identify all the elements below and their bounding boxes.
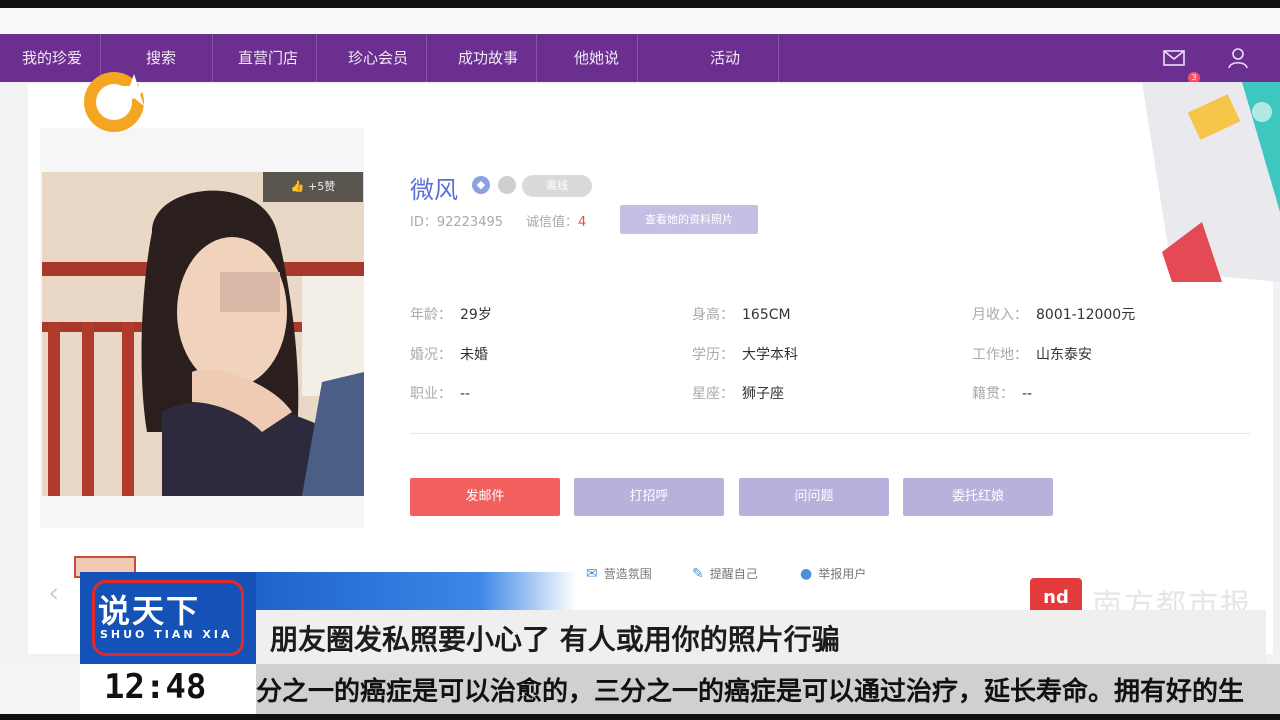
integrity-score: 诚信值：4 (526, 211, 586, 230)
info-value: 未婚 (460, 347, 488, 363)
channel-logo-icon (78, 68, 152, 136)
send-mail-button[interactable]: 发邮件 (410, 478, 560, 516)
site-navbar: 我的珍爱 搜索 直营门店 珍心会员 成功故事 他她说 活动 3 (0, 34, 1280, 84)
view-photos-button[interactable]: 查看她的资料照片 (620, 205, 758, 234)
info-value: 8001-12000元 (1036, 307, 1136, 323)
nav-item-members[interactable]: 珍心会员 (330, 34, 428, 82)
verify-icon (498, 176, 516, 194)
link-report[interactable]: ● 举报用户 (800, 565, 866, 582)
info-value: -- (1022, 386, 1033, 402)
info-label: 年龄： (410, 307, 452, 323)
info-zodiac: 星座： 狮子座 (692, 383, 784, 403)
info-label: 职业： (410, 386, 452, 402)
user-icon[interactable] (1226, 46, 1250, 70)
info-income: 月收入： 8001-12000元 (972, 304, 1135, 324)
info-label: 籍贯： (972, 386, 1014, 402)
profile-photo[interactable] (42, 172, 364, 496)
nav-item-stories[interactable]: 成功故事 (440, 34, 538, 82)
info-value: 165CM (742, 307, 791, 323)
info-value: -- (460, 386, 471, 402)
info-age: 年龄： 29岁 (410, 304, 492, 324)
integrity-value: 4 (578, 215, 587, 230)
mail-icon[interactable] (1162, 46, 1186, 70)
info-hometown: 籍贯： -- (972, 383, 1032, 403)
channel-name: 辽宁卫视 (152, 106, 245, 131)
link-label: 举报用户 (818, 567, 867, 581)
info-label: 月收入： (972, 307, 1028, 323)
thumb-up-icon: 👍 (290, 180, 305, 193)
ask-question-button[interactable]: 问问题 (739, 478, 889, 516)
like-count: +5赞 (307, 180, 336, 193)
info-height: 身高： 165CM (692, 304, 791, 324)
chevron-left-icon[interactable]: ‹ (48, 576, 59, 609)
status-badge: 离线 (522, 175, 592, 197)
say-hi-button[interactable]: 打招呼 (574, 478, 724, 516)
link-atmosphere[interactable]: ✉ 营造氛围 (586, 565, 652, 582)
chat-icon: ✉ (586, 566, 598, 582)
browser-strip (0, 8, 1280, 34)
info-education: 学历： 大学本科 (692, 344, 798, 364)
nav-item-stores[interactable]: 直营门店 (220, 34, 318, 82)
info-value: 29岁 (460, 307, 492, 323)
show-subtitle: SHUO TIAN XIA (100, 628, 233, 641)
nav-item-events[interactable]: 活动 (672, 34, 780, 82)
headline: 朋友圈发私照要小心了 有人或用你的照片行骗 (270, 623, 840, 656)
info-label: 学历： (692, 347, 734, 363)
info-label: 身高： (692, 307, 734, 323)
clock: 12:48 (104, 667, 207, 707)
news-ticker: 分之一的癌症是可以治愈的，三分之一的癌症是可以通过治疗，延长寿命。拥有好的生 (256, 677, 1245, 707)
info-value: 大学本科 (742, 347, 798, 363)
bottom-black-bar (0, 714, 1280, 720)
nav-item-testimonials[interactable]: 他她说 (556, 34, 639, 82)
info-occupation: 职业： -- (410, 383, 470, 403)
divider (410, 433, 1250, 434)
info-label: 星座： (692, 386, 734, 402)
integrity-label: 诚信值： (526, 215, 579, 230)
info-label: 工作地： (972, 347, 1028, 363)
location-icon: ● (800, 566, 813, 582)
info-value: 山东泰安 (1036, 347, 1092, 363)
video-frame: 我的珍爱 搜索 直营门店 珍心会员 成功故事 他她说 活动 3 👍 +5赞 ‹ … (0, 0, 1280, 720)
info-value: 狮子座 (742, 386, 784, 402)
like-button[interactable]: 👍 +5赞 (263, 172, 363, 202)
top-black-bar (0, 0, 1280, 8)
profile-id: ID：92223495 (410, 215, 504, 230)
info-label: 婚况： (410, 347, 452, 363)
vip-icon: ◆ (472, 176, 490, 194)
corner-ad[interactable] (1142, 82, 1280, 282)
link-remind[interactable]: ✎ 提醒自己 (692, 565, 758, 582)
profile-name: 微风 (410, 176, 458, 204)
pen-icon: ✎ (692, 566, 704, 582)
link-label: 提醒自己 (709, 567, 758, 581)
info-marital: 婚况： 未婚 (410, 344, 488, 364)
matchmaker-button[interactable]: 委托红娘 (903, 478, 1053, 516)
info-workplace: 工作地： 山东泰安 (972, 344, 1092, 364)
link-label: 营造氛围 (603, 567, 652, 581)
lower-third-accent (256, 572, 576, 610)
show-title: 说天下 (98, 592, 201, 630)
